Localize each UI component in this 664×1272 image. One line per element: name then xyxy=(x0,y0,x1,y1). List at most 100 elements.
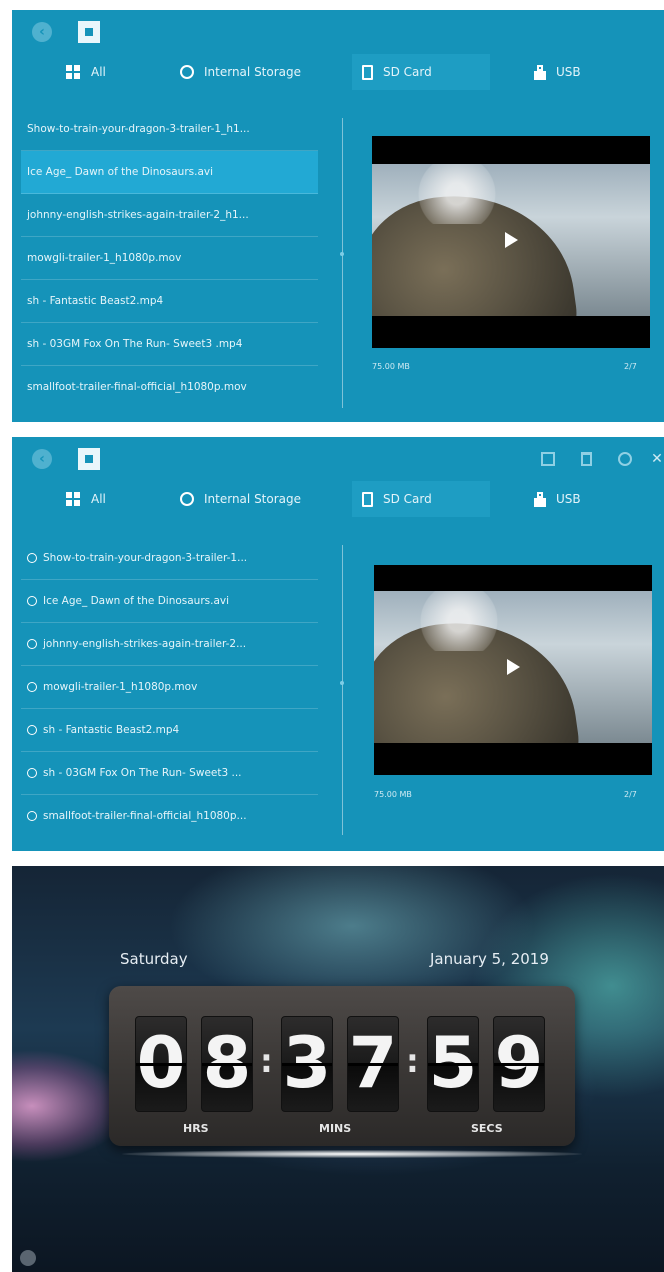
file-name: mowgli-trailer-1_h1080p.mov xyxy=(43,681,198,693)
tab-label: All xyxy=(91,65,106,79)
list-divider xyxy=(342,545,343,835)
colon-separator: : xyxy=(260,1042,273,1080)
hour-digit-2: 8 xyxy=(201,1016,253,1112)
file-name: sh - Fantastic Beast2.mp4 xyxy=(27,295,164,307)
file-name: sh - 03GM Fox On The Run- Sweet3 .mp4 xyxy=(27,338,243,350)
tab-label: Internal Storage xyxy=(204,492,302,506)
minute-digit-2: 7 xyxy=(347,1016,399,1112)
internal-storage-icon xyxy=(180,492,194,506)
file-index: 2/7 xyxy=(624,362,637,371)
file-list: Show-to-train-your-dragon-3-trailer-1_h1… xyxy=(21,108,318,408)
tab-label: SD Card xyxy=(383,65,432,79)
list-item[interactable]: sh - Fantastic Beast2.mp4 xyxy=(21,280,318,323)
scroll-indicator[interactable] xyxy=(340,681,344,685)
checkbox[interactable] xyxy=(27,725,37,735)
tab-usb[interactable]: USB xyxy=(534,481,581,517)
list-item[interactable]: smallfoot-trailer-final-official_h1080p.… xyxy=(21,795,318,837)
sd-card-icon xyxy=(362,491,373,507)
list-item[interactable]: sh - Fantastic Beast2.mp4 xyxy=(21,709,318,752)
checkbox[interactable] xyxy=(27,596,37,606)
file-name: smallfoot-trailer-final-official_h1080p.… xyxy=(27,381,247,393)
video-frame xyxy=(374,591,652,743)
tab-label: USB xyxy=(556,65,581,79)
copy-icon[interactable] xyxy=(541,452,555,466)
close-icon[interactable]: ✕ xyxy=(650,449,664,469)
hrs-label: HRS xyxy=(183,1122,209,1135)
clock-screen: Saturday January 5, 2019 0 8 : 3 7 : 5 9… xyxy=(12,866,664,1272)
list-item[interactable]: Ice Age_ Dawn of the Dinosaurs.avi xyxy=(21,580,318,623)
usb-icon xyxy=(534,64,546,80)
storage-tabs: All Internal Storage SD Card USB xyxy=(12,481,664,517)
file-name: Show-to-train-your-dragon-3-trailer-1_h1… xyxy=(27,123,250,135)
video-preview[interactable] xyxy=(372,136,650,348)
settings-icon[interactable] xyxy=(20,1250,36,1266)
checkbox[interactable] xyxy=(27,811,37,821)
tab-internal-storage[interactable]: Internal Storage xyxy=(180,481,301,517)
usb-icon xyxy=(534,491,546,507)
all-grid-icon xyxy=(66,64,81,80)
file-index: 2/7 xyxy=(624,790,637,799)
back-icon[interactable]: ‹ xyxy=(32,22,52,42)
list-item[interactable]: Show-to-train-your-dragon-3-trailer-1_h1… xyxy=(21,108,318,151)
delete-icon[interactable] xyxy=(581,452,592,466)
date-label: January 5, 2019 xyxy=(430,950,549,968)
scroll-indicator[interactable] xyxy=(340,252,344,256)
file-name: johnny-english-strikes-again-trailer-2_h… xyxy=(27,209,249,221)
list-item[interactable]: johnny-english-strikes-again-trailer-2..… xyxy=(21,623,318,666)
tab-label: All xyxy=(91,492,106,506)
tab-internal-storage[interactable]: Internal Storage xyxy=(180,54,301,90)
list-item-selected[interactable]: Ice Age_ Dawn of the Dinosaurs.avi xyxy=(21,151,318,194)
tab-label: SD Card xyxy=(383,492,432,506)
list-item[interactable]: Show-to-train-your-dragon-3-trailer-1... xyxy=(21,537,318,580)
tab-sd-card[interactable]: SD Card xyxy=(352,481,490,517)
tab-all[interactable]: All xyxy=(66,481,106,517)
file-name: Ice Age_ Dawn of the Dinosaurs.avi xyxy=(43,595,230,607)
list-item[interactable]: sh - 03GM Fox On The Run- Sweet3 .mp4 xyxy=(21,323,318,366)
secs-label: SECS xyxy=(471,1122,503,1135)
second-digit-2: 9 xyxy=(493,1016,545,1112)
clock-reflection xyxy=(122,1150,582,1158)
second-digit-1: 5 xyxy=(427,1016,479,1112)
sd-card-icon xyxy=(362,64,373,80)
list-item[interactable]: mowgli-trailer-1_h1080p.mov xyxy=(21,666,318,709)
file-name: smallfoot-trailer-final-official_h1080p.… xyxy=(43,810,247,822)
app-icon[interactable] xyxy=(78,21,100,43)
app-icon[interactable] xyxy=(78,448,100,470)
checkbox[interactable] xyxy=(27,768,37,778)
storage-tabs: All Internal Storage SD Card USB xyxy=(12,54,664,90)
list-divider xyxy=(342,118,343,408)
checkbox[interactable] xyxy=(27,682,37,692)
play-icon[interactable] xyxy=(507,659,520,675)
list-item[interactable]: johnny-english-strikes-again-trailer-2_h… xyxy=(21,194,318,237)
top-bar: ‹ ✕ xyxy=(12,437,664,481)
list-item[interactable]: sh - 03GM Fox On The Run- Sweet3 ... xyxy=(21,752,318,795)
internal-storage-icon xyxy=(180,65,194,79)
day-label: Saturday xyxy=(120,950,188,968)
colon-separator: : xyxy=(406,1042,419,1080)
video-preview[interactable] xyxy=(374,565,652,775)
tab-label: USB xyxy=(556,492,581,506)
file-name: Ice Age_ Dawn of the Dinosaurs.avi xyxy=(27,166,214,178)
play-icon[interactable] xyxy=(505,232,518,248)
all-grid-icon xyxy=(66,491,81,507)
minute-digit-1: 3 xyxy=(281,1016,333,1112)
video-frame xyxy=(372,164,650,316)
top-bar: ‹ xyxy=(12,10,664,54)
list-item[interactable]: smallfoot-trailer-final-official_h1080p.… xyxy=(21,366,318,408)
tab-usb[interactable]: USB xyxy=(534,54,581,90)
file-name: Show-to-train-your-dragon-3-trailer-1... xyxy=(43,552,248,564)
file-size: 75.00 MB xyxy=(372,362,410,371)
select-all-icon[interactable] xyxy=(618,452,632,466)
file-name: sh - 03GM Fox On The Run- Sweet3 ... xyxy=(43,767,242,779)
list-item[interactable]: mowgli-trailer-1_h1080p.mov xyxy=(21,237,318,280)
checkbox[interactable] xyxy=(27,553,37,563)
file-name: johnny-english-strikes-again-trailer-2..… xyxy=(43,638,247,650)
tab-label: Internal Storage xyxy=(204,65,302,79)
file-browser-panel-2: ‹ ✕ All Internal Storage SD Card USB Sho… xyxy=(12,437,664,851)
tab-all[interactable]: All xyxy=(66,54,106,90)
mins-label: MINS xyxy=(319,1122,352,1135)
checkbox[interactable] xyxy=(27,639,37,649)
file-name: sh - Fantastic Beast2.mp4 xyxy=(43,724,180,736)
back-icon[interactable]: ‹ xyxy=(32,449,52,469)
tab-sd-card[interactable]: SD Card xyxy=(352,54,490,90)
